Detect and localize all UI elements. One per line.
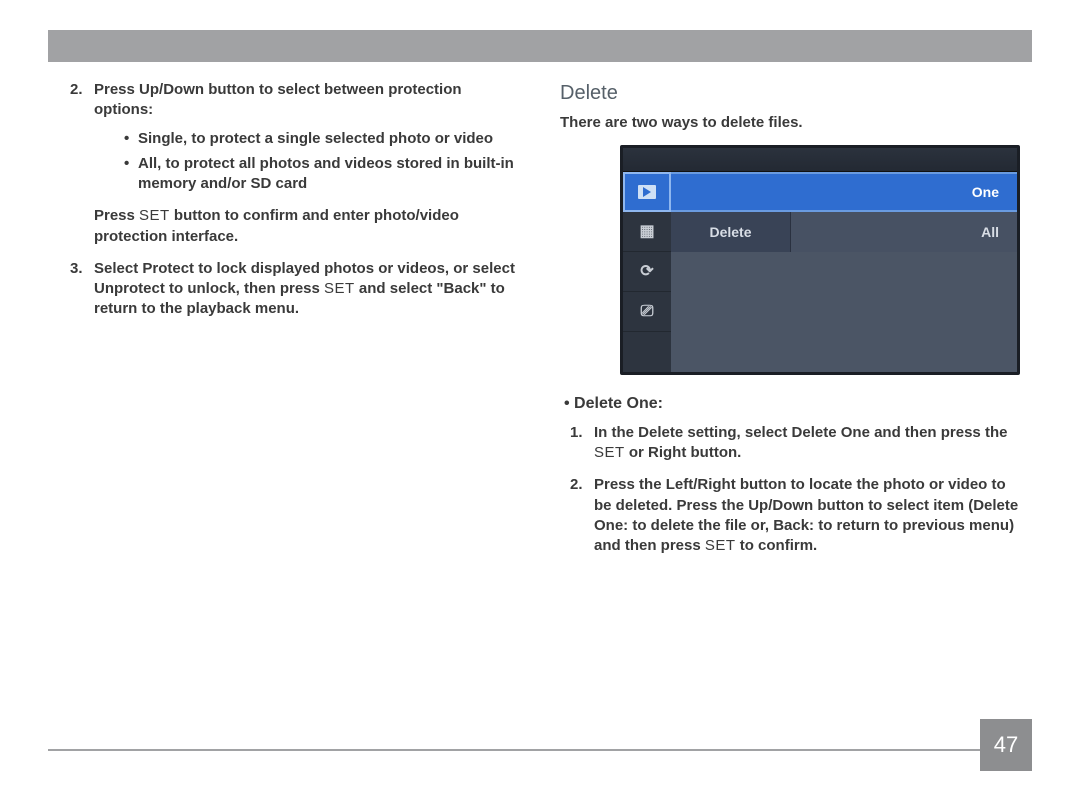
step-number: 2. xyxy=(70,80,83,100)
camera-screenshot: ▦ ⟳ ⎚ One Delete All xyxy=(560,145,1020,375)
usb-glyph: ⎚ xyxy=(641,301,654,323)
protect-options-list: Single, to protect a single selected pho… xyxy=(94,129,520,195)
delete-one-subhead: • Delete One: xyxy=(560,393,1020,415)
press-set-line: Press SET button to confirm and enter ph… xyxy=(94,206,520,247)
delete-intro: There are two ways to delete files. xyxy=(560,113,1020,133)
press-prefix: Press xyxy=(94,207,139,224)
footer-rule xyxy=(48,749,980,751)
delete-step1-suffix: or Right button. xyxy=(625,444,742,461)
menu-label-delete: Delete xyxy=(671,212,791,252)
delete-step1-prefix: In the Delete setting, select Delete One… xyxy=(594,424,1007,441)
option-single: Single, to protect a single selected pho… xyxy=(124,129,520,149)
header-bar xyxy=(48,30,1032,62)
step-2: 2. Press Up/Down button to select betwee… xyxy=(60,80,520,247)
delete-step-2: 2. Press the Left/Right button to locate… xyxy=(560,475,1020,556)
texture-glyph: ▦ xyxy=(639,221,654,243)
step-number: 3. xyxy=(70,259,83,279)
protect-steps: 2. Press Up/Down button to select betwee… xyxy=(60,80,520,320)
manual-page: 2. Press Up/Down button to select betwee… xyxy=(0,0,1080,785)
content-columns: 2. Press Up/Down button to select betwee… xyxy=(60,80,1020,725)
menu-empty-area xyxy=(671,252,1017,372)
menu-row-delete-all: Delete All xyxy=(671,212,1017,252)
right-column: Delete There are two ways to delete file… xyxy=(560,80,1020,725)
menu-option-all: All xyxy=(791,223,1017,242)
option-one-label: One xyxy=(972,183,999,202)
menu-option-one: One xyxy=(671,172,1017,212)
step-2-text: Press Up/Down button to select between p… xyxy=(94,81,462,118)
step-number: 1. xyxy=(570,423,583,443)
step-3: 3. Select Protect to lock displayed phot… xyxy=(60,259,520,320)
delete-step-1: 1. In the Delete setting, select Delete … xyxy=(560,423,1020,464)
page-number: 47 xyxy=(994,732,1018,758)
set-label: SET xyxy=(324,280,355,297)
left-column: 2. Press Up/Down button to select betwee… xyxy=(60,80,520,725)
menu-sidebar: ▦ ⟳ ⎚ xyxy=(623,172,671,372)
playback-glyph xyxy=(638,185,656,199)
refresh-icon: ⟳ xyxy=(623,252,671,292)
camera-menu: ▦ ⟳ ⎚ One Delete All xyxy=(620,145,1020,375)
menu-main: One Delete All xyxy=(671,172,1017,372)
camera-body: ▦ ⟳ ⎚ One Delete All xyxy=(623,172,1017,372)
refresh-glyph: ⟳ xyxy=(640,261,653,283)
camera-bezel xyxy=(623,148,1017,172)
delete-step2-suffix: to confirm. xyxy=(736,537,818,554)
delete-heading: Delete xyxy=(560,80,1020,107)
page-number-box: 47 xyxy=(980,719,1032,771)
usb-icon: ⎚ xyxy=(623,292,671,332)
delete-one-steps: 1. In the Delete setting, select Delete … xyxy=(560,423,1020,557)
play-icon xyxy=(623,172,671,212)
set-label: SET xyxy=(705,537,736,554)
option-all: All, to protect all photos and videos st… xyxy=(124,154,520,195)
set-label: SET xyxy=(594,444,625,461)
step-number: 2. xyxy=(570,475,583,495)
set-label: SET xyxy=(139,207,170,224)
texture-icon: ▦ xyxy=(623,212,671,252)
